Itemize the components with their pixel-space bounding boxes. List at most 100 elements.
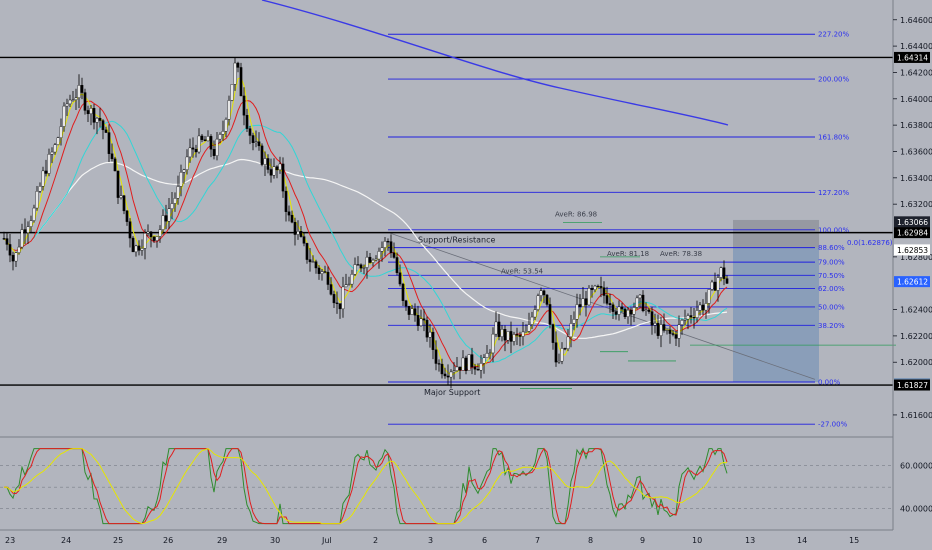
price-tick-label: 1.64600 — [900, 16, 932, 25]
candle-body — [719, 267, 723, 278]
candle-body — [215, 138, 219, 156]
candle-body — [95, 117, 99, 123]
candle-body — [623, 308, 627, 318]
candle-body — [218, 134, 222, 140]
candle-body — [296, 231, 300, 235]
candle-body — [680, 320, 684, 325]
candle-body — [566, 336, 570, 350]
candle-body — [191, 147, 195, 150]
price-tag-label: 1.61827 — [897, 381, 928, 390]
candle-body — [506, 331, 510, 341]
candle-body — [113, 158, 117, 172]
candle-body — [467, 354, 471, 371]
price-tick-label: 1.64000 — [900, 95, 932, 104]
candle-body — [482, 357, 486, 364]
candle-body — [254, 141, 258, 143]
candle-body — [671, 333, 675, 335]
candle-body — [662, 324, 666, 331]
candle-body — [365, 256, 369, 268]
candle-body — [590, 288, 594, 290]
candle-body — [674, 334, 678, 339]
candle-body — [386, 241, 390, 243]
candle-body — [524, 331, 528, 333]
time-tick-label: Jul — [321, 536, 332, 545]
fib-label: 88.60% — [818, 244, 845, 252]
candle-body — [410, 308, 414, 315]
candle-body — [266, 158, 270, 170]
time-tick-label: 13 — [745, 536, 755, 545]
chart-root: 227.20% 200.00% 161.80% 127.20% 100.00% 88.60… — [0, 0, 932, 550]
candle-body — [698, 304, 702, 311]
candle-body — [695, 310, 699, 318]
candle-body — [413, 308, 417, 316]
candle-body — [353, 264, 357, 275]
candle-body — [260, 145, 264, 165]
time-tick-label: 8 — [588, 536, 593, 545]
candle-body — [116, 170, 120, 198]
candle-body — [257, 141, 261, 147]
candle-body — [485, 353, 489, 358]
candle-body — [269, 169, 273, 176]
candle-body — [686, 315, 690, 320]
candle-body — [2, 238, 6, 240]
candle-body — [371, 259, 375, 263]
candle-body — [350, 274, 354, 285]
candle-body — [656, 322, 660, 336]
candle-body — [377, 251, 381, 260]
candle-body — [446, 375, 450, 378]
candle-body — [305, 243, 309, 260]
candle-body — [551, 324, 555, 343]
candle-body — [626, 309, 630, 318]
projection-box-upper — [733, 219, 819, 248]
candle-body — [80, 85, 84, 93]
candle-body — [251, 135, 255, 143]
fib-label: 70.50% — [818, 272, 845, 280]
candle-body — [119, 195, 123, 198]
candle-body — [707, 289, 711, 304]
candle-body — [230, 84, 234, 101]
candle-body — [344, 284, 348, 288]
candle-body — [263, 158, 267, 165]
candle-body — [71, 99, 75, 101]
candle-body — [704, 303, 708, 311]
candlestick-chart[interactable]: 227.20%200.00%161.80%127.20%100.00%88.60… — [0, 0, 932, 550]
candle-body — [209, 136, 213, 150]
candle-body — [8, 244, 12, 256]
candle-body — [398, 272, 402, 285]
candle-body — [26, 226, 30, 233]
price-tag-label: 1.64314 — [897, 53, 928, 62]
candle-body — [14, 252, 18, 262]
candle-body — [44, 170, 48, 174]
candle-body — [509, 331, 513, 342]
candle-body — [233, 62, 237, 85]
candle-body — [206, 136, 210, 142]
candle-body — [173, 198, 177, 204]
time-tick-label: 30 — [270, 536, 280, 545]
time-tick-label: 14 — [797, 536, 807, 545]
candle-body — [650, 311, 654, 326]
candle-body — [497, 321, 501, 337]
candle-body — [464, 357, 468, 371]
candle-body — [203, 139, 207, 142]
candle-body — [641, 294, 645, 312]
candle-body — [494, 321, 498, 335]
candle-body — [665, 329, 669, 332]
time-tick-label: 29 — [217, 536, 227, 545]
candle-body — [437, 363, 441, 365]
time-tick-label: 6 — [482, 536, 487, 545]
candle-body — [608, 303, 612, 306]
candle-body — [596, 285, 600, 288]
time-tick-label: 2 — [373, 536, 378, 545]
candle-body — [599, 286, 603, 288]
candle-body — [602, 287, 606, 296]
candle-body — [101, 120, 105, 131]
candle-body — [536, 295, 540, 310]
candle-body — [383, 241, 387, 248]
price-tick-label: 1.64200 — [900, 68, 932, 77]
candle-body — [194, 149, 198, 153]
candle-body — [158, 229, 162, 237]
projection-box-lower — [733, 247, 819, 382]
candle-body — [128, 221, 132, 239]
candle-body — [632, 307, 636, 315]
candle-body — [77, 85, 81, 99]
